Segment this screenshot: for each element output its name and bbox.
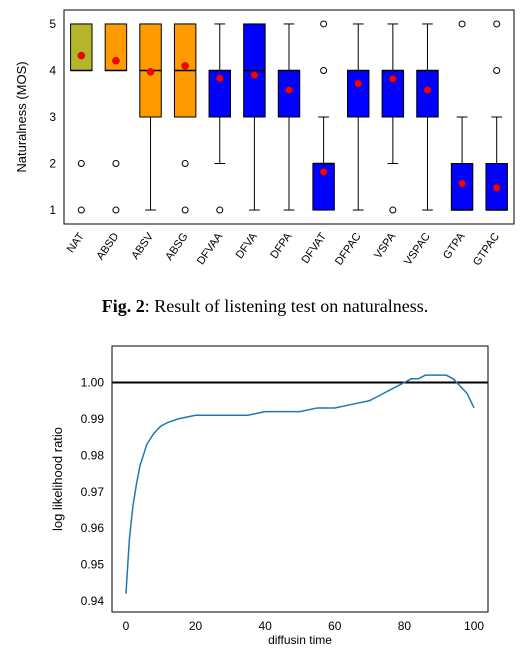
- svg-text:VSPA: VSPA: [372, 230, 399, 261]
- svg-text:ABSV: ABSV: [129, 230, 156, 261]
- svg-text:3: 3: [49, 110, 56, 124]
- svg-text:log likelihood ratio: log likelihood ratio: [50, 427, 65, 531]
- svg-text:diffusin time: diffusin time: [268, 633, 332, 647]
- svg-text:4: 4: [49, 63, 56, 77]
- line-chart: 0.94 0.95 0.96 0.97 0.98 0.99 1.00 0 20 40 60 80 100…: [42, 332, 498, 648]
- svg-text:VSPAC: VSPAC: [402, 231, 433, 268]
- svg-text:2: 2: [49, 157, 56, 171]
- svg-text:GTPA: GTPA: [441, 230, 468, 261]
- svg-text:DFPA: DFPA: [268, 230, 295, 261]
- svg-text:ABSG: ABSG: [163, 231, 190, 263]
- svg-text:0.98: 0.98: [81, 448, 105, 462]
- figure-label: Fig. 2: [102, 296, 145, 316]
- svg-text:0.95: 0.95: [81, 558, 105, 572]
- svg-text:0.94: 0.94: [81, 594, 105, 608]
- svg-text:0.96: 0.96: [81, 521, 105, 535]
- svg-text:DFVAT: DFVAT: [299, 231, 329, 266]
- svg-text:20: 20: [189, 619, 203, 633]
- svg-text:40: 40: [259, 619, 273, 633]
- svg-text:DFVA: DFVA: [234, 230, 261, 261]
- svg-text:5: 5: [49, 17, 56, 31]
- svg-text:0.99: 0.99: [81, 412, 105, 426]
- svg-text:Naturalness (MOS): Naturalness (MOS): [14, 61, 29, 172]
- svg-text:100: 100: [464, 619, 484, 633]
- svg-text:0: 0: [123, 619, 130, 633]
- figure-caption: Fig. 2: Result of listening test on natu…: [0, 296, 530, 317]
- svg-text:0.97: 0.97: [81, 485, 105, 499]
- svg-text:1.00: 1.00: [81, 375, 105, 389]
- svg-text:NAT: NAT: [65, 231, 87, 255]
- svg-text:1: 1: [49, 203, 56, 217]
- svg-text:GTPAC: GTPAC: [471, 231, 502, 268]
- svg-text:80: 80: [398, 619, 412, 633]
- svg-text:60: 60: [328, 619, 342, 633]
- svg-text:ABSD: ABSD: [94, 231, 121, 262]
- svg-text:DFVAA: DFVAA: [195, 230, 226, 267]
- svg-text:DFPAC: DFPAC: [333, 231, 364, 268]
- boxplot-chart: 12345Naturalness (MOS)NATABSDABSVABSGDFV…: [10, 4, 520, 284]
- figure-text: : Result of listening test on naturalnes…: [145, 296, 428, 316]
